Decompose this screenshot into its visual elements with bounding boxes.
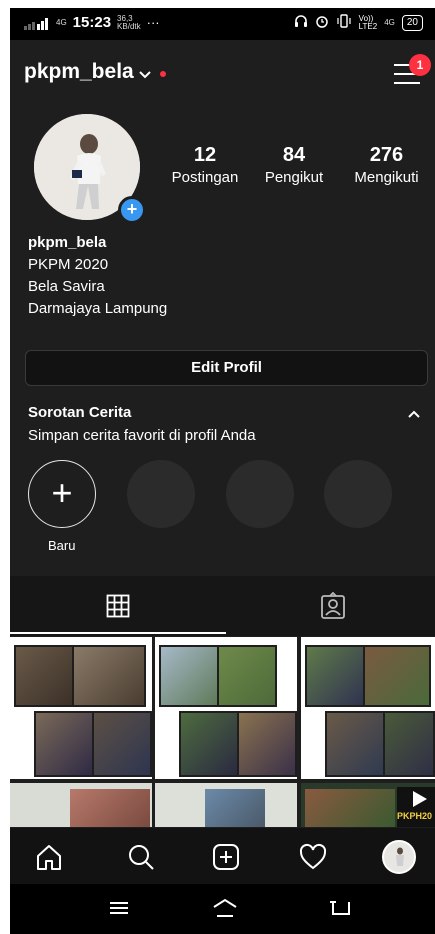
status-right: Vo)) LTE2 4G 20 [294, 14, 423, 31]
instagram-profile-screen: 4G 15:23 36,3 KB/dtk ··· Vo)) LTE2 4G 20… [10, 8, 435, 934]
notification-badge: 1 [409, 54, 431, 76]
profile-stats: 12 Postingan 84 Pengikut 276 Mengikuti [160, 144, 435, 194]
system-navigation-bar [10, 884, 435, 934]
plus-icon: + [51, 472, 73, 513]
headphones-icon [294, 14, 308, 31]
profile-avatar-icon[interactable] [382, 840, 416, 874]
stat-following-label: Mengikuti [354, 169, 419, 186]
post-photo [237, 711, 297, 777]
post-photo [72, 645, 146, 707]
new-highlight-button[interactable]: + [28, 460, 96, 528]
tagged-icon[interactable] [320, 591, 346, 625]
add-story-button[interactable]: + [118, 196, 146, 224]
status-bar: 4G 15:23 36,3 KB/dtk ··· Vo)) LTE2 4G 20 [10, 8, 435, 40]
post-thumbnail[interactable] [155, 637, 297, 779]
back-button-icon[interactable] [328, 898, 352, 923]
post-photo [305, 645, 365, 707]
post-photo [92, 711, 152, 777]
alarm-icon [315, 14, 329, 31]
username-switcher[interactable]: pkpm_bela [24, 60, 134, 84]
bio-line: Darmajaya Lampung [28, 300, 168, 317]
data-speed: 36,3 KB/dtk [117, 14, 141, 31]
video-banner-text: PKPH20 [397, 811, 433, 821]
signal-icon [24, 17, 48, 30]
edit-profile-button[interactable]: Edit Profil [25, 350, 428, 386]
bio-line: Bela Savira [28, 278, 105, 295]
post-photo [325, 711, 385, 777]
more-notifications-icon: ··· [146, 15, 160, 30]
clock: 15:23 [72, 14, 112, 31]
post-photo [305, 789, 395, 827]
account-notification-dot [160, 71, 166, 77]
stat-following[interactable]: 276 Mengikuti [338, 144, 435, 194]
mobile-data-label: 4G [384, 17, 395, 27]
play-icon [413, 791, 427, 807]
post-thumbnail[interactable] [155, 783, 297, 827]
highlight-placeholder [127, 460, 195, 528]
lte-label: LTE2 [358, 21, 378, 31]
bio-name: pkpm_bela [28, 234, 107, 251]
post-photo [34, 711, 94, 777]
active-tab-indicator [10, 632, 226, 634]
profile-tabs [10, 576, 435, 636]
chevron-down-icon[interactable] [139, 66, 151, 82]
vibrate-icon [336, 14, 352, 31]
highlight-placeholder [324, 460, 392, 528]
posts-grid: PKPH20 [10, 637, 435, 827]
stat-following-count: 276 [369, 144, 404, 166]
grid-icon[interactable] [106, 594, 130, 623]
bio-line: PKPM 2020 [28, 256, 109, 273]
post-thumbnail[interactable]: PKPH20 [301, 783, 435, 827]
plus-icon: + [126, 199, 138, 219]
post-photo [363, 645, 431, 707]
recent-apps-icon[interactable] [108, 900, 130, 921]
status-left: 4G 15:23 36,3 KB/dtk ··· [24, 14, 160, 31]
profile-bio: pkpm_bela PKPM 2020 Bela Savira Darmajay… [28, 232, 167, 320]
post-thumbnail[interactable] [10, 783, 152, 827]
search-icon[interactable] [126, 842, 156, 872]
post-thumbnail[interactable] [10, 637, 152, 779]
heart-icon[interactable] [298, 842, 328, 872]
chevron-up-icon[interactable] [408, 406, 420, 421]
data-speed-unit: KB/dtk [117, 21, 141, 31]
post-photo [70, 789, 150, 827]
highlights-subtitle: Simpan cerita favorit di profil Anda [28, 427, 256, 444]
home-icon[interactable] [34, 842, 64, 872]
menu-line [394, 82, 420, 84]
post-photo [205, 789, 265, 827]
post-thumbnail[interactable] [301, 637, 435, 779]
highlight-placeholder [226, 460, 294, 528]
home-button-icon[interactable] [211, 897, 239, 924]
stat-followers-label: Pengikut [264, 169, 324, 186]
bottom-navigation [10, 828, 435, 884]
add-post-icon[interactable] [211, 842, 241, 872]
post-photo [159, 645, 219, 707]
stat-posts[interactable]: 12 Postingan [160, 144, 250, 194]
stat-posts-label: Postingan [171, 169, 239, 186]
battery-level: 20 [401, 14, 423, 31]
new-highlight-label: Baru [48, 538, 76, 553]
post-photo [179, 711, 239, 777]
profile-header: pkpm_bela 1 [10, 54, 435, 92]
post-photo [383, 711, 435, 777]
stat-posts-count: 12 [193, 144, 217, 166]
network-type: 4G [56, 17, 67, 27]
video-badge: PKPH20 [397, 787, 435, 827]
avatar-mini [396, 847, 404, 866]
post-photo [14, 645, 74, 707]
stat-followers[interactable]: 84 Pengikut [250, 144, 338, 194]
volte-indicator: Vo)) LTE2 [358, 14, 378, 31]
stat-followers-count: 84 [282, 144, 306, 166]
post-photo [217, 645, 277, 707]
highlights-title: Sorotan Cerita [28, 404, 132, 421]
